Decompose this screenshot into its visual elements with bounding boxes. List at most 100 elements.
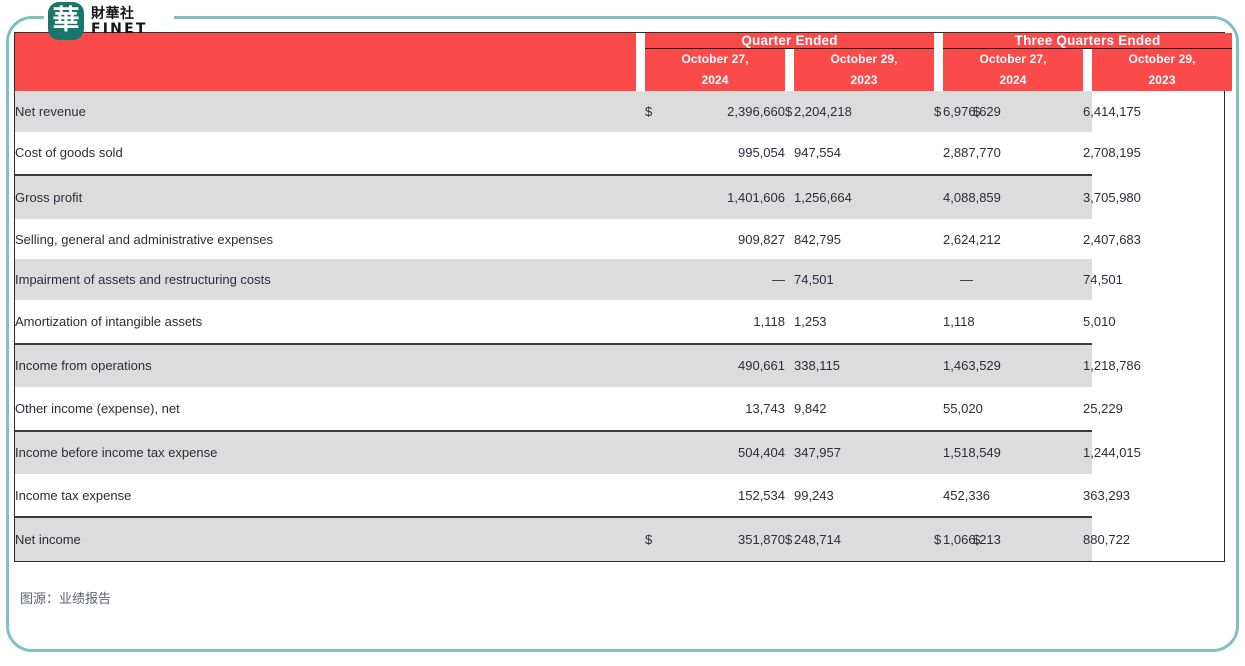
row-currency-symbol — [785, 259, 794, 301]
row-value: 338,115 — [794, 342, 840, 388]
row-value: 1,118 — [675, 300, 785, 344]
row-currency-symbol: $ — [645, 516, 675, 561]
row-gutter — [824, 259, 935, 301]
row-value: 74,501 — [794, 259, 834, 301]
row-currency-symbol — [785, 342, 794, 388]
row-currency-symbol — [645, 473, 675, 518]
row-value: 1,401,606 — [675, 174, 785, 219]
income-statement-table: Quarter Ended Three Quarters Ended Octob… — [14, 32, 1233, 562]
source-caption: 图源：业绩报告 — [20, 592, 112, 607]
table-row: Cost of goods sold 995,054 947,554 2,887,77… — [15, 131, 1232, 176]
row-gutter — [636, 91, 645, 132]
header-col-1-date: October 29, — [830, 52, 898, 66]
header-col-3-year: 2023 — [1148, 73, 1176, 87]
row-value: 880,722 — [1083, 516, 1130, 561]
row-currency-symbol — [785, 131, 794, 176]
row-value: — — [675, 259, 785, 301]
header-col-1-year: 2023 — [850, 73, 878, 87]
row-currency-symbol — [934, 429, 944, 474]
row-value: 1,256,664 — [794, 174, 852, 219]
row-value: 1,118 — [943, 300, 975, 344]
row-value: 1,518,549 — [943, 429, 1001, 474]
row-value: 842,795 — [794, 218, 841, 260]
row-value: — — [943, 259, 974, 301]
row-value: 248,714 — [794, 516, 841, 561]
row-value: 74,501 — [1083, 259, 1123, 301]
row-label: Cost of goods sold — [15, 131, 636, 176]
row-currency-symbol — [645, 300, 675, 344]
row-currency-symbol — [785, 473, 794, 518]
row-value: 9,842 — [794, 387, 827, 431]
row-currency-symbol — [785, 218, 794, 260]
row-label: Income tax expense — [15, 473, 636, 518]
row-value: 1,066,213 — [943, 516, 1001, 561]
row-gutter — [636, 174, 645, 219]
row-value: 25,229 — [1083, 387, 1123, 431]
header-group-row: Quarter Ended Three Quarters Ended — [15, 33, 1233, 91]
row-currency-symbol — [934, 131, 944, 176]
row-value: 2,204,218 — [794, 91, 852, 132]
row-currency-symbol — [785, 300, 794, 344]
row-value: 1,218,786 — [1083, 342, 1141, 388]
row-currency-symbol — [645, 429, 675, 474]
row-value: 6,414,175 — [1083, 91, 1141, 132]
row-value: 947,554 — [794, 131, 841, 176]
row-value: 347,957 — [794, 429, 841, 474]
row-currency-symbol — [645, 259, 675, 301]
row-value: 1,253 — [794, 300, 827, 344]
row-label: Gross profit — [15, 174, 636, 219]
row-currency-symbol — [934, 300, 944, 344]
table-row: Amortization of intangible assets 1,118 1,… — [15, 300, 1232, 344]
row-value: 363,293 — [1083, 473, 1130, 518]
logo-name-en: FINET — [91, 20, 148, 37]
row-currency-symbol — [785, 387, 794, 431]
row-gutter — [636, 259, 645, 301]
row-currency-symbol — [934, 174, 944, 219]
header-gutter-2 — [934, 33, 944, 91]
row-currency-symbol — [645, 174, 675, 219]
header-gutter-1 — [636, 33, 645, 91]
row-gutter — [824, 387, 935, 431]
row-value: 2,708,195 — [1083, 131, 1141, 176]
logo-hua-glyph: 華 — [52, 4, 80, 36]
row-gutter — [636, 387, 645, 431]
header-col-3: October 29, 2023 — [1092, 48, 1233, 91]
row-currency-symbol — [934, 218, 944, 260]
logo-name-cn: 財華社 — [91, 5, 135, 22]
table-row: Income from operations 490,661 338,115 1,46… — [15, 342, 1232, 388]
header-group-three-quarters-ended: Three Quarters Ended — [943, 33, 1233, 49]
finet-logo: 華 財華社 FINET — [48, 0, 148, 42]
table-row: Income tax expense 152,534 99,243 452,336 36… — [15, 473, 1232, 518]
header-col-3-date: October 29, — [1128, 52, 1196, 66]
header-col-0-year: 2024 — [701, 73, 729, 87]
header-group-quarter-ended: Quarter Ended — [645, 33, 935, 49]
row-currency-symbol — [785, 429, 794, 474]
table-body: Net revenue $2,396,660 $2,204,218 $6,976,62… — [15, 91, 1232, 561]
row-currency-symbol: $ — [785, 516, 794, 561]
row-value: 6,976,629 — [943, 91, 1001, 132]
row-value: 909,827 — [675, 218, 785, 260]
row-value: 152,534 — [675, 473, 785, 518]
row-label: Net revenue — [15, 91, 636, 132]
header-col-2: October 27, 2024 — [943, 48, 1084, 91]
financial-table: Quarter Ended Three Quarters Ended Octob… — [15, 33, 1233, 561]
header-col-1: October 29, 2023 — [794, 48, 935, 91]
row-currency-symbol — [973, 387, 1084, 431]
table-row: Net income $351,870 $248,714 $1,066,213 $880… — [15, 516, 1232, 561]
table-row: Other income (expense), net 13,743 9,842 55… — [15, 387, 1232, 431]
row-currency-symbol — [645, 131, 675, 176]
row-gutter — [636, 342, 645, 388]
row-gutter — [636, 300, 645, 344]
header-gutter-4 — [1083, 48, 1093, 91]
table-row: Selling, general and administrative expe… — [15, 218, 1232, 260]
row-gutter — [636, 429, 645, 474]
row-value: 55,020 — [943, 387, 983, 431]
row-currency-symbol — [973, 259, 1084, 301]
table-row: Gross profit 1,401,606 1,256,664 4,088,859 3… — [15, 174, 1232, 219]
row-label: Income before income tax expense — [15, 429, 636, 474]
row-label: Amortization of intangible assets — [15, 300, 636, 344]
row-gutter — [636, 516, 645, 561]
table-row: Net revenue $2,396,660 $2,204,218 $6,976,62… — [15, 91, 1232, 132]
header-gutter-3 — [785, 48, 794, 91]
table-header: Quarter Ended Three Quarters Ended Octob… — [15, 33, 1233, 91]
